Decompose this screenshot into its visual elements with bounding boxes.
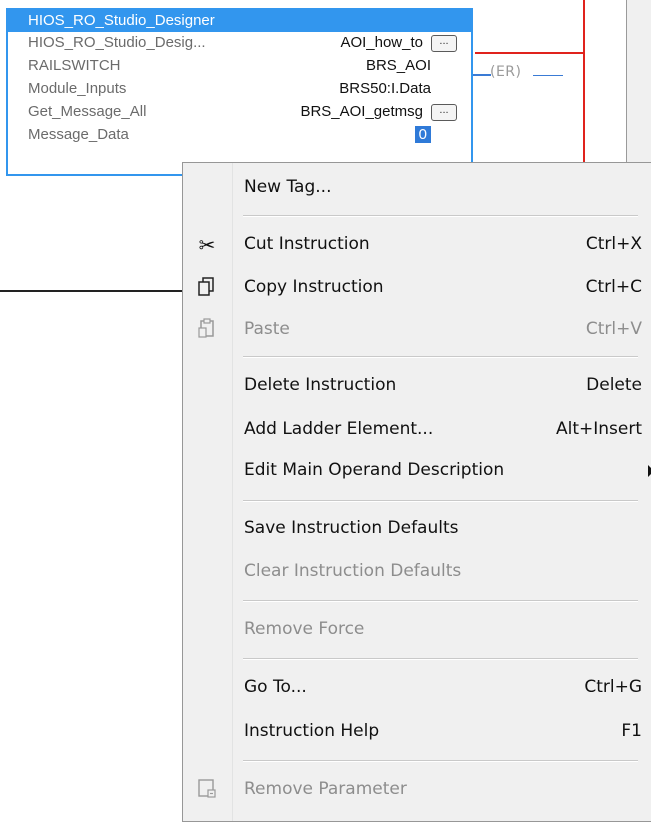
menu-item-label: Instruction Help <box>244 721 380 741</box>
editor-gutter <box>627 0 651 175</box>
menu-item-cut-instruction[interactable]: ✂ Cut Instruction Ctrl+X <box>183 224 651 266</box>
menu-separator <box>243 658 638 660</box>
menu-item-label: Remove Force <box>244 619 365 639</box>
operand-value[interactable]: BRS50:I.Data <box>339 80 431 97</box>
menu-item-label: Go To... <box>244 677 307 697</box>
aoi-operand-row[interactable]: Module_Inputs BRS50:I.Data <box>8 78 471 101</box>
aoi-operand-row[interactable]: Message_Data 0 <box>8 124 471 147</box>
menu-item-go-to[interactable]: Go To... Ctrl+G <box>183 667 651 709</box>
menu-item-delete-instruction[interactable]: Delete Instruction Delete <box>183 365 651 407</box>
menu-item-paste[interactable]: Paste Ctrl+V <box>183 309 651 351</box>
aoi-operand-row[interactable]: RAILSWITCH BRS_AOI <box>8 55 471 78</box>
menu-separator <box>243 215 638 217</box>
scissors-icon: ✂ <box>198 233 216 257</box>
rung-wire <box>475 52 585 54</box>
aoi-instruction-block[interactable]: HIOS_RO_Studio_Designer HIOS_RO_Studio_D… <box>6 8 473 176</box>
aoi-title[interactable]: HIOS_RO_Studio_Designer <box>8 10 471 32</box>
menu-separator <box>243 760 638 762</box>
power-rail <box>583 0 585 162</box>
menu-item-shortcut: Delete <box>586 375 642 395</box>
operand-label: Module_Inputs <box>28 80 127 97</box>
menu-item-shortcut: Ctrl+V <box>585 319 642 339</box>
operand-label: Message_Data <box>28 126 129 143</box>
menu-item-shortcut: Alt+Insert <box>555 419 642 439</box>
menu-item-edit-main-operand-description[interactable]: Edit Main Operand Description <box>183 450 651 492</box>
rung-wire-left <box>0 290 182 292</box>
operand-value[interactable]: AOI_how_to <box>340 34 423 51</box>
menu-item-remove-force[interactable]: Remove Force <box>183 609 651 651</box>
copy-icon <box>194 275 220 301</box>
aoi-operand-row[interactable]: HIOS_RO_Studio_Desig... AOI_how_to ... <box>8 32 471 55</box>
menu-separator <box>243 600 638 602</box>
menu-item-label: Save Instruction Defaults <box>244 518 459 538</box>
context-menu: New Tag... ✂ Cut Instruction Ctrl+X Copy… <box>182 162 651 822</box>
menu-separator <box>243 356 638 358</box>
menu-item-shortcut: Ctrl+C <box>585 277 642 297</box>
browse-button[interactable]: ... <box>431 104 457 121</box>
aoi-operand-row[interactable]: Get_Message_All BRS_AOI_getmsg ... <box>8 101 471 124</box>
paste-icon <box>194 317 220 343</box>
coil-output-wire <box>533 75 563 76</box>
menu-item-label: Clear Instruction Defaults <box>244 561 462 581</box>
menu-separator <box>243 500 638 502</box>
menu-item-clear-instruction-defaults[interactable]: Clear Instruction Defaults <box>183 551 651 593</box>
operand-value[interactable]: BRS_AOI_getmsg <box>300 103 423 120</box>
menu-item-copy-instruction[interactable]: Copy Instruction Ctrl+C <box>183 267 651 309</box>
menu-item-label: Add Ladder Element... <box>244 419 434 439</box>
output-wire <box>473 74 491 76</box>
menu-item-label: New Tag... <box>244 177 332 197</box>
menu-item-shortcut: Ctrl+G <box>584 677 642 697</box>
menu-item-new-tag[interactable]: New Tag... <box>183 167 651 209</box>
menu-item-label: Remove Parameter <box>244 779 407 799</box>
operand-value-selected[interactable]: 0 <box>414 126 431 143</box>
menu-item-add-ladder-element[interactable]: Add Ladder Element... Alt+Insert <box>183 409 651 451</box>
menu-item-label: Delete Instruction <box>244 375 397 395</box>
menu-item-label: Copy Instruction <box>244 277 384 297</box>
menu-item-instruction-help[interactable]: Instruction Help F1 <box>183 711 651 753</box>
menu-item-label: Cut Instruction <box>244 234 370 254</box>
menu-item-save-instruction-defaults[interactable]: Save Instruction Defaults <box>183 508 651 550</box>
operand-label: RAILSWITCH <box>28 57 121 74</box>
operand-value[interactable]: BRS_AOI <box>366 57 431 74</box>
menu-item-remove-parameter[interactable]: Remove Parameter <box>183 769 651 811</box>
browse-button[interactable]: ... <box>431 35 457 52</box>
menu-item-shortcut: Ctrl+X <box>585 234 642 254</box>
menu-item-label: Paste <box>244 319 290 339</box>
operand-label: Get_Message_All <box>28 103 147 120</box>
remove-parameter-icon <box>194 777 220 803</box>
menu-item-shortcut: F1 <box>621 721 642 741</box>
menu-item-label: Edit Main Operand Description <box>244 460 505 480</box>
coil-label[interactable]: (ER) <box>490 64 522 80</box>
operand-label: HIOS_RO_Studio_Desig... <box>28 34 206 51</box>
